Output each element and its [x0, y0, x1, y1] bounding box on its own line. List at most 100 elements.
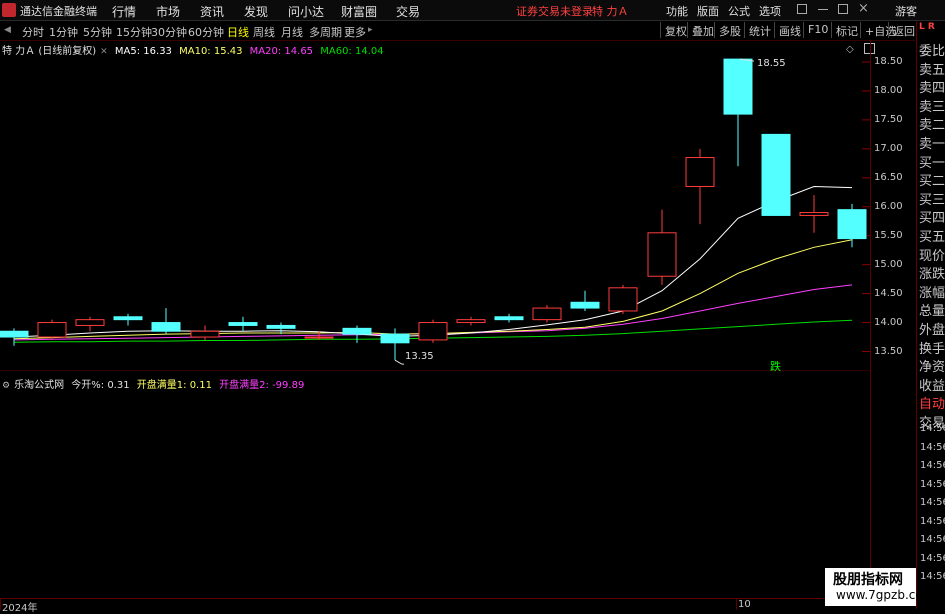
window-restore-icon[interactable]: [797, 4, 807, 14]
candle-body: [304, 336, 334, 339]
gear-icon[interactable]: ⚙: [2, 381, 10, 391]
indicator-header: ⚙ 乐淘公式网 今开%: 0.31 开盘满量1: 0.11 开盘满量2: -99.…: [2, 376, 308, 391]
period-15min[interactable]: 15分钟: [116, 24, 152, 40]
y-axis-label: 16.00: [874, 200, 903, 212]
candle[interactable]: [494, 313, 524, 323]
collapse-arrow-icon[interactable]: ◀: [4, 25, 11, 35]
quote-field-label: 卖五: [919, 62, 945, 78]
period-more[interactable]: 更多: [344, 24, 366, 40]
period-weekly[interactable]: 周线: [253, 24, 275, 40]
menu-market[interactable]: 市场: [156, 3, 180, 20]
menu-discover[interactable]: 发现: [244, 3, 268, 20]
low-pointer: [394, 359, 404, 365]
app-logo-icon: [2, 3, 16, 17]
quote-field-label: 卖三: [919, 99, 945, 115]
candle-body: [113, 316, 143, 321]
candle[interactable]: [532, 305, 562, 323]
site-watermark: 股朋指标网 www.7gpzb.com: [825, 568, 934, 606]
period-60min[interactable]: 60分钟: [188, 24, 224, 40]
menu-options[interactable]: 选项: [759, 3, 781, 19]
candlestick-chart[interactable]: [0, 41, 870, 371]
minimize-icon[interactable]: [818, 9, 828, 10]
candle[interactable]: [418, 319, 448, 343]
candle[interactable]: [75, 316, 105, 332]
candle[interactable]: [37, 319, 67, 340]
guest-user[interactable]: 游客: [895, 3, 917, 19]
candle[interactable]: [151, 308, 181, 335]
y-axis-label: 14.00: [874, 316, 903, 328]
fall-marker: 跌: [770, 360, 781, 373]
candle-body: [418, 322, 448, 341]
candle[interactable]: [837, 203, 867, 248]
menu-wealth[interactable]: 财富圈: [341, 3, 377, 20]
mark-button[interactable]: 标记: [831, 22, 862, 38]
y-axis-label: 17.50: [874, 113, 903, 125]
candle-body: [380, 333, 410, 344]
multi-stock-button[interactable]: 多股: [714, 22, 745, 38]
tick-time: 14:56: [920, 552, 945, 564]
candle[interactable]: [0, 328, 29, 346]
period-5min[interactable]: 5分钟: [83, 24, 112, 40]
tick-time: 14:56: [920, 460, 945, 471]
ma5-line: [13, 185, 853, 338]
menu-layout[interactable]: 版面: [697, 3, 719, 19]
menu-quotes[interactable]: 行情: [112, 3, 136, 20]
back-button[interactable]: 返回: [888, 22, 919, 38]
candle-body: [342, 327, 372, 335]
period-intraday[interactable]: 分时: [22, 24, 44, 40]
draw-line-button[interactable]: 画线: [774, 22, 805, 38]
login-warning[interactable]: 证券交易未登录: [516, 3, 593, 19]
y-axis-label: 13.50: [874, 345, 903, 357]
candle[interactable]: [190, 325, 220, 340]
panel-top-label[interactable]: L R: [919, 22, 935, 32]
quote-field-label: 买五: [919, 230, 945, 245]
menu-ask[interactable]: 问小达: [288, 3, 324, 20]
maximize-icon[interactable]: [838, 4, 848, 14]
candle[interactable]: [570, 290, 600, 311]
candle-body: [608, 287, 638, 312]
candle-body: [761, 133, 791, 216]
indicator-name[interactable]: 乐淘公式网: [14, 380, 64, 391]
period-1min[interactable]: 1分钟: [49, 24, 78, 40]
candle[interactable]: [647, 209, 677, 285]
tick-time: 14:56: [920, 571, 945, 582]
candle[interactable]: [228, 316, 258, 332]
candle[interactable]: [113, 313, 143, 326]
quote-field-label[interactable]: 自动: [919, 393, 945, 412]
close-small-icon[interactable]: ✕: [100, 47, 108, 57]
period-monthly[interactable]: 月线: [281, 24, 303, 40]
period-daily[interactable]: 日线: [227, 24, 249, 40]
quote-field-label: 总量: [919, 304, 945, 320]
f10-button[interactable]: F10: [803, 22, 832, 38]
candle[interactable]: [342, 325, 372, 343]
menu-news[interactable]: 资讯: [200, 3, 224, 20]
candle[interactable]: [456, 316, 486, 326]
tick-time: 14:56: [920, 423, 945, 434]
candle[interactable]: [266, 322, 296, 335]
candle-body: [799, 212, 829, 216]
candle-body: [456, 319, 486, 324]
period-30min[interactable]: 30分钟: [151, 24, 187, 40]
menu-formula[interactable]: 公式: [728, 3, 750, 19]
more-arrow-icon[interactable]: ▸: [368, 25, 373, 35]
quote-side-panel: L R 委比 卖五 卖四 卖三 卖二 卖一 买一 买二 买三 买四 买五 现价 涨跌 涨幅 总量 外盘 换手 净资…: [916, 21, 945, 609]
ma10-value: MA10: 15.43: [179, 46, 243, 57]
chart-title: 特 力Ａ (日线前复权): [2, 46, 97, 57]
candle[interactable]: [723, 58, 753, 167]
menu-trade[interactable]: 交易: [396, 3, 420, 20]
menu-function[interactable]: 功能: [666, 3, 688, 19]
tick-time: 14:56: [920, 478, 945, 490]
diamond-icon[interactable]: ◇: [846, 44, 854, 55]
ma5-value: MA5: 16.33: [114, 46, 172, 57]
candle[interactable]: [608, 284, 638, 314]
close-icon[interactable]: ×: [858, 1, 869, 16]
period-multi[interactable]: 多周期: [309, 24, 342, 40]
candle[interactable]: [761, 133, 791, 216]
candle[interactable]: [799, 195, 829, 233]
candle[interactable]: [685, 148, 715, 225]
candle-body: [494, 316, 524, 321]
axis-year: 2024年: [2, 603, 38, 614]
candle-body: [190, 330, 220, 338]
statistics-button[interactable]: 统计: [744, 22, 775, 38]
app-title: 通达信金融终端: [20, 5, 97, 18]
